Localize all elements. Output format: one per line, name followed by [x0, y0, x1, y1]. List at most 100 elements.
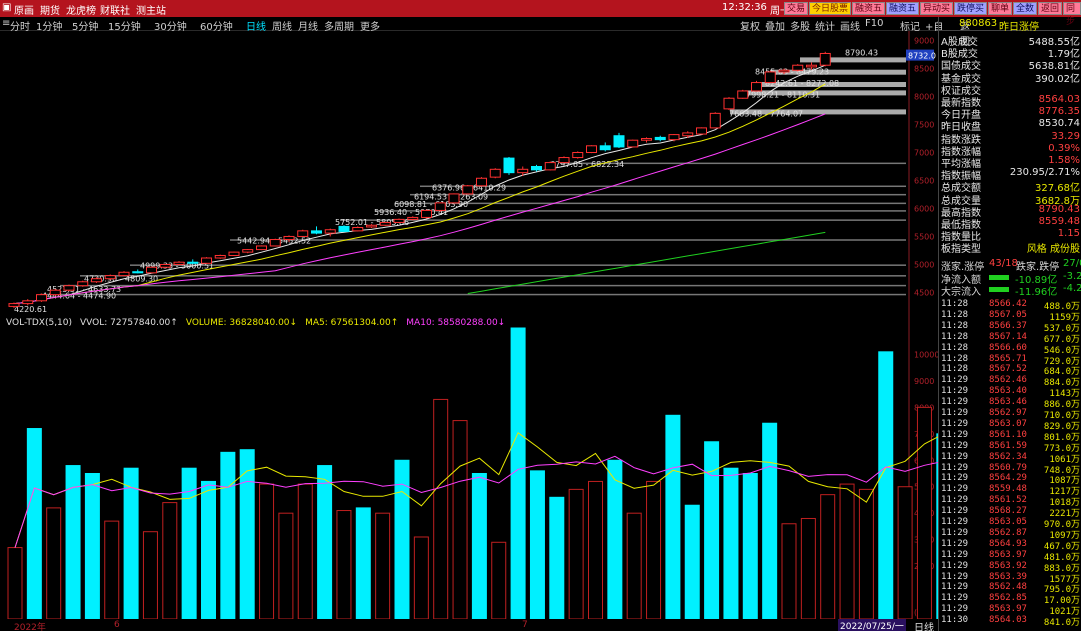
volume-bar[interactable] [104, 520, 120, 619]
candle-body[interactable] [366, 224, 377, 228]
volume-bar[interactable] [142, 531, 158, 619]
volume-bar[interactable] [278, 512, 294, 619]
volume-bar[interactable] [800, 517, 816, 619]
candle-body[interactable] [517, 168, 529, 174]
volume-bar[interactable] [723, 467, 739, 619]
volume-bar[interactable] [46, 507, 62, 619]
volume-bar[interactable] [297, 483, 313, 619]
price-chart[interactable]: 9000 8500 8000 7500 7000 6500 6000 5500 5000 4500… [0, 31, 938, 318]
candle-body[interactable] [159, 263, 171, 268]
volume-bar[interactable] [626, 512, 642, 619]
volume-bar[interactable] [742, 473, 758, 620]
menu-item[interactable]: 财联社 [100, 2, 130, 17]
menu-item[interactable]: 测主站 [136, 2, 166, 17]
volume-bar[interactable] [7, 547, 23, 619]
logo-icon[interactable]: ▣ [2, 2, 11, 13]
volume-bar[interactable] [529, 470, 545, 619]
volume-bar[interactable] [588, 480, 603, 619]
candle-body[interactable] [572, 152, 584, 159]
volume-bar[interactable] [220, 451, 236, 619]
candle-body[interactable] [751, 82, 762, 92]
status-button[interactable]: 聊单 [988, 2, 1013, 15]
candle-body[interactable] [806, 64, 817, 68]
volume-bar[interactable] [704, 441, 720, 619]
candle-body[interactable] [77, 281, 89, 287]
candle-body[interactable] [544, 162, 556, 171]
candle-body[interactable] [586, 145, 597, 154]
volume-bar[interactable] [375, 512, 391, 619]
candle-body[interactable] [297, 230, 309, 237]
candle-body[interactable] [22, 300, 34, 305]
volume-bar[interactable] [665, 414, 681, 619]
volume-bar[interactable] [878, 351, 894, 619]
candle-body[interactable] [36, 294, 47, 302]
volume-bar[interactable] [259, 483, 275, 619]
volume-bar[interactable] [858, 488, 874, 619]
volume-bar[interactable] [897, 486, 913, 619]
candle-body[interactable] [269, 239, 281, 247]
volume-bar[interactable] [433, 398, 449, 619]
volume-bar[interactable] [491, 541, 507, 619]
candle-body[interactable] [531, 166, 542, 171]
candle-body[interactable] [283, 235, 295, 241]
volume-bar[interactable] [607, 459, 623, 619]
tool-button[interactable]: F10 [865, 18, 883, 29]
menu-item[interactable]: 龙虎榜 [66, 2, 96, 17]
candle-body[interactable] [187, 261, 199, 264]
candle-body[interactable] [393, 218, 405, 223]
volume-bar[interactable] [162, 502, 178, 619]
status-button[interactable]: 今日股票 [809, 2, 852, 15]
volume-bar[interactable] [181, 467, 197, 619]
volume-bar[interactable] [781, 523, 797, 619]
volume-bar[interactable] [317, 465, 333, 619]
candle-body[interactable] [668, 134, 680, 141]
volume-bar[interactable] [839, 483, 855, 619]
volume-bar[interactable] [646, 480, 662, 619]
volume-bar[interactable] [336, 510, 352, 619]
status-button[interactable]: 返回 [1038, 2, 1063, 15]
candle-body[interactable] [214, 254, 226, 259]
candle-body[interactable] [91, 278, 102, 283]
volume-bar[interactable] [510, 327, 526, 619]
volume-bar[interactable] [26, 428, 42, 619]
candle-body[interactable] [49, 289, 61, 296]
candle-body[interactable] [201, 257, 212, 264]
candle-body[interactable] [696, 127, 707, 135]
candle-body[interactable] [63, 285, 75, 291]
candle-body[interactable] [311, 230, 322, 234]
menu-item[interactable]: 期货 [40, 2, 60, 17]
candle-body[interactable] [709, 112, 721, 129]
status-button[interactable]: 跌停买 [954, 2, 988, 15]
candle-body[interactable] [503, 157, 515, 174]
volume-bar[interactable] [568, 488, 584, 619]
candle-body[interactable] [256, 245, 267, 251]
candle-body[interactable] [819, 52, 831, 66]
candle-body[interactable] [627, 139, 639, 148]
candle-body[interactable] [352, 227, 364, 232]
candle-body[interactable] [338, 225, 350, 232]
volume-bar[interactable] [471, 473, 487, 620]
volume-bar[interactable] [84, 473, 100, 620]
volume-bar[interactable] [820, 494, 836, 619]
volume-chart[interactable]: 1000090008000700060005000400030002000(万) [0, 318, 938, 619]
candle-body[interactable] [379, 221, 391, 226]
candle-body[interactable] [682, 132, 694, 137]
volume-bar[interactable] [684, 504, 700, 619]
candle-body[interactable] [764, 71, 776, 84]
candle-body[interactable] [462, 185, 474, 195]
candle-body[interactable] [8, 303, 20, 307]
candle-body[interactable] [558, 157, 570, 164]
candle-body[interactable] [228, 251, 240, 256]
candle-body[interactable] [173, 261, 185, 265]
candle-body[interactable] [324, 229, 336, 234]
volume-bar[interactable] [201, 480, 216, 619]
candle-body[interactable] [476, 177, 487, 187]
candle-body[interactable] [792, 64, 804, 71]
menu-item[interactable]: 原画 [14, 2, 34, 17]
volume-bar[interactable] [123, 467, 139, 619]
volume-bar[interactable] [762, 422, 778, 619]
volume-bar[interactable] [65, 465, 81, 619]
status-button[interactable]: 融资五 [886, 2, 920, 15]
status-button[interactable]: 融资五 [852, 2, 886, 15]
candle-body[interactable] [778, 69, 790, 73]
